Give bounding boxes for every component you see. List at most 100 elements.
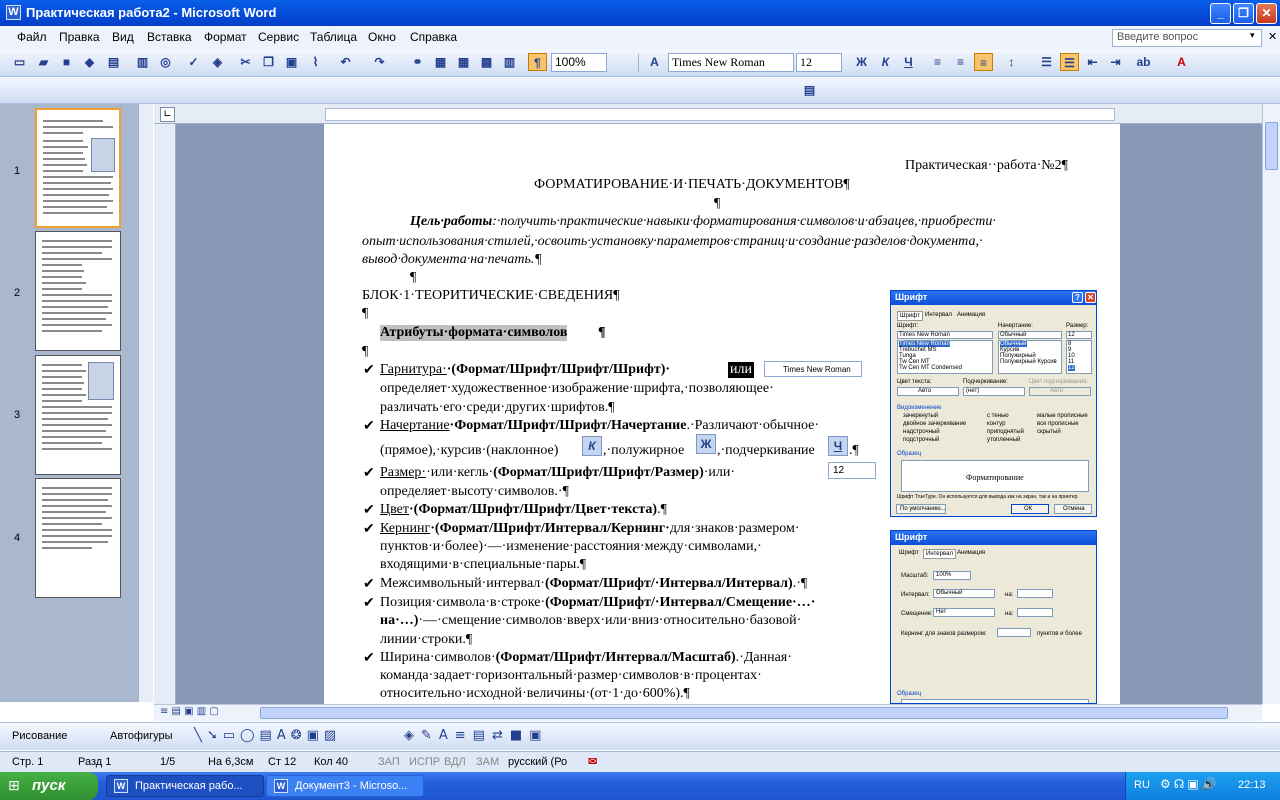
- autoshapes-menu[interactable]: Автофигуры: [110, 730, 173, 742]
- format-painter-icon[interactable]: ⌇: [306, 53, 325, 71]
- menu-table[interactable]: Таблица: [310, 30, 357, 44]
- dialog-title: Шрифт: [891, 291, 1096, 305]
- bold-button[interactable]: Ж: [852, 53, 871, 71]
- title-bar[interactable]: W Практическая работа2 - Microsoft Word …: [0, 0, 1280, 26]
- paste-icon[interactable]: ▣: [282, 53, 301, 71]
- ask-question-input[interactable]: Введите вопрос: [1112, 29, 1262, 47]
- language-indicator[interactable]: RU: [1134, 779, 1150, 791]
- open-icon[interactable]: ▰: [34, 53, 53, 71]
- tables-borders-icon[interactable]: ▦: [431, 53, 450, 71]
- tray-icons[interactable]: ⚙☊▣🔊: [1160, 777, 1220, 791]
- thumbnail-scrollbar[interactable]: [138, 104, 153, 702]
- list-text: Ширина·символов·: [380, 650, 496, 665]
- hyperlink-icon[interactable]: ⚭: [408, 53, 427, 71]
- cut-icon[interactable]: ✂: [236, 53, 255, 71]
- font-name-select[interactable]: Times New Roman: [668, 53, 794, 72]
- research-icon[interactable]: ◈: [208, 53, 227, 71]
- new-doc-icon[interactable]: ▭: [10, 53, 29, 71]
- status-track[interactable]: ИСПР: [409, 756, 440, 768]
- page-thumbnail[interactable]: [35, 108, 121, 228]
- dialog-checkbox-label: зачеркнутый: [903, 413, 939, 419]
- close-doc-icon[interactable]: ✕: [1268, 30, 1277, 43]
- align-center-icon[interactable]: ≡: [951, 53, 970, 71]
- print-icon[interactable]: ▤: [104, 53, 123, 71]
- italic-button[interactable]: К: [876, 53, 895, 71]
- menu-edit[interactable]: Правка: [59, 30, 100, 44]
- minimize-button[interactable]: _: [1210, 3, 1231, 24]
- status-rec[interactable]: ЗАП: [378, 756, 400, 768]
- menu-help[interactable]: Справка: [410, 30, 457, 44]
- menu-path: ·Формат/Шрифт/Шрифт/Начертание: [449, 418, 687, 433]
- page-thumbnail[interactable]: [35, 231, 121, 351]
- font-size-select[interactable]: 12: [796, 53, 842, 72]
- status-extend[interactable]: ВДЛ: [444, 756, 466, 768]
- dialog-list-item: 12: [1068, 365, 1075, 371]
- dialog-group-label: Видоизменение: [897, 405, 942, 411]
- insert-excel-icon[interactable]: ▩: [477, 53, 496, 71]
- show-hide-pilcrow-button[interactable]: ¶: [528, 53, 547, 71]
- italic-button-image: К: [582, 436, 602, 456]
- dialog-checkbox-label: малые прописные: [1037, 413, 1088, 419]
- vertical-ruler[interactable]: [154, 124, 176, 704]
- preview-icon[interactable]: ◎: [156, 53, 175, 71]
- highlight-icon[interactable]: ab: [1134, 53, 1153, 71]
- dialog-label: Цвет текста:: [897, 379, 932, 385]
- menu-file[interactable]: Файл: [17, 30, 47, 44]
- close-button[interactable]: ✕: [1256, 3, 1277, 24]
- redo-icon[interactable]: ↷: [370, 53, 389, 71]
- insert-table-icon[interactable]: ▦: [454, 53, 473, 71]
- list-text: определяет·высоту·символов.·¶: [380, 484, 569, 499]
- underline-button[interactable]: Ч: [899, 53, 918, 71]
- vertical-scrollbar[interactable]: [1262, 104, 1280, 704]
- decrease-indent-icon[interactable]: ⇤: [1083, 53, 1102, 71]
- spelling-icon[interactable]: ✓: [184, 53, 203, 71]
- drawing-format-icon[interactable]: ◈✎A≡▤⇄■▣: [404, 728, 548, 743]
- pilcrow: ¶: [410, 270, 417, 285]
- dialog-title: Шрифт: [891, 531, 1096, 545]
- font-color-icon[interactable]: A: [1172, 53, 1191, 71]
- dialog-sample: Форматирование: [966, 473, 1024, 482]
- line-spacing-icon[interactable]: ↕: [1002, 53, 1021, 71]
- thumb-number: 4: [14, 532, 21, 544]
- menu-view[interactable]: Вид: [112, 30, 134, 44]
- justify-icon[interactable]: ≡: [974, 53, 993, 71]
- page-thumbnail[interactable]: [35, 478, 121, 598]
- horizontal-scrollbar[interactable]: [154, 704, 1262, 721]
- list-text: ·или·кегль·: [426, 465, 494, 480]
- permission-icon[interactable]: ◆: [80, 53, 99, 71]
- save-icon[interactable]: ■: [57, 53, 76, 71]
- styles-icon[interactable]: A: [645, 53, 664, 71]
- increase-indent-icon[interactable]: ⇥: [1106, 53, 1125, 71]
- menu-format[interactable]: Формат: [204, 30, 247, 44]
- align-left-icon[interactable]: ≡: [928, 53, 947, 71]
- tab-stop-selector[interactable]: ∟: [160, 107, 175, 122]
- dialog-label: Шрифт:: [897, 323, 919, 329]
- bullets-icon[interactable]: ☰: [1060, 53, 1079, 71]
- undo-icon[interactable]: ↶: [336, 53, 355, 71]
- ask-dropdown-icon[interactable]: ▾: [1250, 31, 1255, 41]
- menu-insert[interactable]: Вставка: [147, 30, 192, 44]
- taskbar-item-word2[interactable]: Документ3 - Microso...: [266, 775, 424, 797]
- selected-word: или: [728, 362, 754, 378]
- dialog-note: Шрифт TrueType. Он используется для выво…: [897, 494, 1079, 500]
- menu-tools[interactable]: Сервис: [258, 30, 299, 44]
- menu-window[interactable]: Окно: [368, 30, 396, 44]
- numbering-icon[interactable]: ☰: [1037, 53, 1056, 71]
- list-text: .¶: [657, 502, 667, 517]
- spelling-status-icon[interactable]: ✉: [588, 755, 597, 768]
- status-overtype[interactable]: ЗАМ: [476, 756, 499, 768]
- taskbar-item-word1[interactable]: Практическая рабо...: [106, 775, 264, 797]
- zoom-select[interactable]: 100%: [551, 53, 607, 72]
- print-preview-icon[interactable]: ▥: [133, 53, 152, 71]
- drawing-tools-icon[interactable]: ╲➘▭◯▤A❂▣▨: [194, 728, 341, 743]
- underline-button-image: Ч: [828, 436, 848, 456]
- page-thumbnail[interactable]: [35, 355, 121, 475]
- columns-icon[interactable]: ▥: [500, 53, 519, 71]
- status-language: русский (Ро: [508, 756, 568, 768]
- drawing-menu[interactable]: Рисование: [12, 730, 67, 742]
- dialog-checkbox-label: все прописные: [1037, 421, 1079, 427]
- reading-layout-icon[interactable]: ▤: [800, 81, 819, 99]
- copy-icon[interactable]: ❐: [259, 53, 278, 71]
- view-buttons-icon[interactable]: ≡ ▤ ▣ ▥ ▢: [160, 706, 219, 717]
- maximize-button[interactable]: ❐: [1233, 3, 1254, 24]
